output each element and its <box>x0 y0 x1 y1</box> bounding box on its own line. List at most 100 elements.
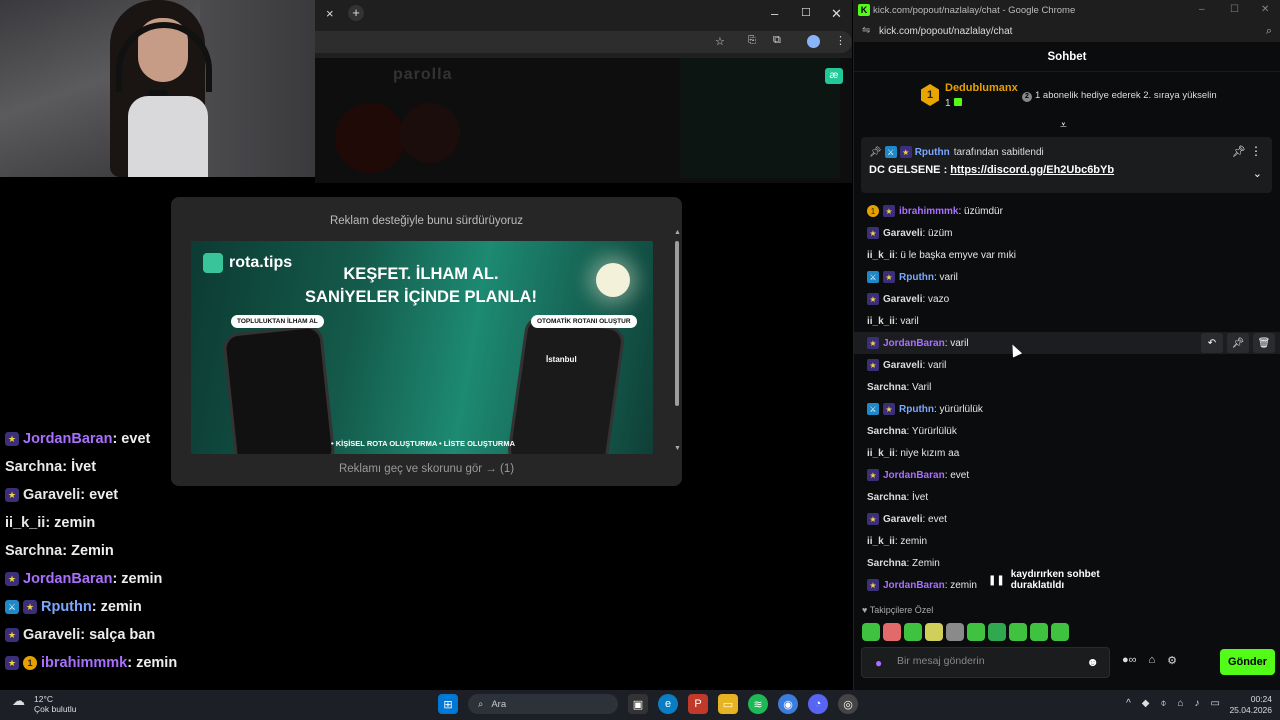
reply-icon[interactable]: ↶ <box>1201 333 1223 353</box>
zoom-icon[interactable]: ⌕ <box>1266 25 1272 38</box>
address-bar[interactable] <box>315 31 852 53</box>
system-clock[interactable]: 00:24 25.04.2026 <box>1229 694 1272 716</box>
profile-icon[interactable] <box>807 35 820 48</box>
file-explorer-icon[interactable]: ▭ <box>718 694 738 714</box>
pepe-emote[interactable] <box>988 623 1006 641</box>
edge-icon[interactable]: e <box>658 694 678 714</box>
unpin-icon[interactable]: 📌︎ <box>1232 145 1246 158</box>
steam-icon[interactable]: ◆ <box>1142 698 1150 709</box>
discord-link[interactable]: https://discord.gg/Eh2Ubc6bYb <box>950 164 1114 176</box>
chat-username[interactable]: Rputhn <box>899 272 934 283</box>
chat-username[interactable]: Sarchna <box>867 558 906 569</box>
alien-emote[interactable] <box>1009 623 1027 641</box>
close-window-button[interactable]: ✕ <box>1261 4 1269 15</box>
send-button[interactable]: Gönder <box>1220 649 1275 675</box>
chat-message[interactable]: ★ Garaveli: vazo <box>854 288 1280 310</box>
money-emote[interactable] <box>967 623 985 641</box>
windows-start-icon[interactable]: ⊞ <box>438 694 458 714</box>
app-icon[interactable]: ◎ <box>838 694 858 714</box>
chat-message[interactable]: ii_k_ii: ü le başka emyve var mıki <box>854 244 1280 266</box>
skull-emote[interactable] <box>925 623 943 641</box>
chat-username[interactable]: JordanBaran <box>883 470 945 481</box>
chat-message[interactable]: ii_k_ii: zemin <box>854 530 1280 552</box>
chat-message[interactable]: 1 ★ ibrahimmmk: üzümdür <box>854 200 1280 222</box>
microphone-icon[interactable]: ⌽ <box>1161 698 1167 709</box>
chat-username[interactable]: Garaveli <box>883 514 922 525</box>
maximize-button[interactable]: ☐ <box>1230 4 1239 15</box>
chat-message[interactable]: Sarchna: Yürürlülük <box>854 420 1280 442</box>
chat-message[interactable]: ii_k_ii: varil <box>854 310 1280 332</box>
cat-emote[interactable] <box>946 623 964 641</box>
chat-username[interactable]: ii_k_ii <box>867 448 895 459</box>
pin-icon[interactable]: 📌︎ <box>1227 333 1249 353</box>
chat-username[interactable]: ibrahimmmk <box>899 206 958 217</box>
chat-username[interactable]: Sarchna <box>867 426 906 437</box>
scroll-up-icon[interactable]: ▲ <box>674 229 681 236</box>
chevron-down-icon[interactable]: ⌄ <box>1253 167 1262 180</box>
microphone-icon[interactable]: ● <box>875 656 882 670</box>
grin-emote[interactable] <box>1030 623 1048 641</box>
menu-icon[interactable]: ⋮ <box>835 34 846 47</box>
chat-username[interactable]: JordanBaran <box>883 580 945 591</box>
battery-icon[interactable]: ▭ <box>1211 698 1220 709</box>
chat-message[interactable]: ★ JordanBaran: varil ↶ 📌︎ 🗑︎ <box>854 332 1280 354</box>
chat-message[interactable]: ★ Garaveli: üzüm <box>854 222 1280 244</box>
kicks-icon[interactable]: ●∞ <box>1122 654 1137 667</box>
star-icon[interactable]: ☆ <box>715 35 725 48</box>
extension-icon[interactable]: æ <box>825 68 843 84</box>
chevron-up-icon[interactable]: ^ <box>1126 698 1131 709</box>
chat-username[interactable]: ii_k_ii <box>867 250 895 261</box>
settings-gear-icon[interactable]: ⚙ <box>1167 654 1177 667</box>
scroll-down-icon[interactable]: ▼ <box>674 445 681 452</box>
more-options-icon[interactable]: ⋮ <box>1250 144 1262 158</box>
sunglasses-emote[interactable] <box>904 623 922 641</box>
chat-input-box[interactable]: ● ☻ <box>861 647 1110 678</box>
chat-paused-notice[interactable]: ❚❚ kaydırırken sohbet duraklatıldı <box>980 569 1145 591</box>
chat-message[interactable]: ★ Garaveli: evet <box>854 508 1280 530</box>
chat-username[interactable]: Garaveli <box>883 228 922 239</box>
volume-icon[interactable]: ♪ <box>1195 698 1200 709</box>
chat-username[interactable]: ii_k_ii <box>867 316 895 327</box>
tab-close-icon[interactable]: × <box>326 6 334 21</box>
frog-emote[interactable] <box>862 623 880 641</box>
chrome-icon[interactable]: ◉ <box>778 694 798 714</box>
chat-message[interactable]: ii_k_ii: niye kızım aa <box>854 442 1280 464</box>
weather-widget[interactable]: ☁ 12°C Çok bulutlu <box>12 694 77 714</box>
chat-input[interactable] <box>897 655 1077 667</box>
ad-scrollbar[interactable]: ▲ ▼ <box>674 229 681 453</box>
site-settings-icon[interactable]: ⇋ <box>862 25 870 36</box>
app-p-icon[interactable]: P <box>688 694 708 714</box>
minimize-button[interactable]: – <box>1199 4 1205 15</box>
gift-leaderboard[interactable]: 1 Dedublumanx 1 21 abonelik hediye edere… <box>854 72 1280 124</box>
translate-icon[interactable]: ⎘ <box>748 35 756 46</box>
task-view-icon[interactable]: ▣ <box>628 694 648 714</box>
chat-username[interactable]: Sarchna <box>867 382 906 393</box>
chat-message[interactable]: ★ Garaveli: varil <box>854 354 1280 376</box>
chat-message[interactable]: Sarchna: Varil <box>854 376 1280 398</box>
chat-username[interactable]: Garaveli <box>883 360 922 371</box>
emoji-icon[interactable]: ☻ <box>1086 655 1099 669</box>
pinned-by-user[interactable]: Rputhn <box>915 147 950 158</box>
chat-username[interactable]: Sarchna <box>867 492 906 503</box>
new-tab-button[interactable]: + <box>348 5 364 21</box>
delete-icon[interactable]: 🗑︎ <box>1253 333 1275 353</box>
chat-username[interactable]: Rputhn <box>899 404 934 415</box>
discord-icon[interactable]: ◔ <box>808 694 828 714</box>
chat-message[interactable]: ★ JordanBaran: evet <box>854 464 1280 486</box>
smile-emote[interactable] <box>1051 623 1069 641</box>
spotify-icon[interactable]: ≋ <box>748 694 768 714</box>
chat-username[interactable]: JordanBaran <box>883 338 945 349</box>
chat-message[interactable]: ⚔ ★ Rputhn: varil <box>854 266 1280 288</box>
taskbar-search[interactable]: ⌕ Ara <box>468 694 618 714</box>
ad-banner[interactable]: rota.tips KEŞFET. İLHAM AL. SANİYELER İÇİ… <box>191 241 653 454</box>
chat-username[interactable]: ii_k_ii <box>867 536 895 547</box>
chat-message[interactable]: Sarchna: İvet <box>854 486 1280 508</box>
chat-username[interactable]: Garaveli <box>883 294 922 305</box>
minimize-button[interactable]: – <box>771 6 778 21</box>
store-icon[interactable]: ⌂ <box>1149 654 1156 667</box>
collapse-icon[interactable]: ⩡ <box>1060 118 1067 133</box>
url-bar[interactable]: ⇋ kick.com/popout/nazlalay/chat ⌕ <box>854 22 1280 42</box>
close-window-button[interactable]: ✕ <box>831 6 842 22</box>
scroll-thumb[interactable] <box>675 241 679 406</box>
network-icon[interactable]: ⌂ <box>1178 698 1184 709</box>
